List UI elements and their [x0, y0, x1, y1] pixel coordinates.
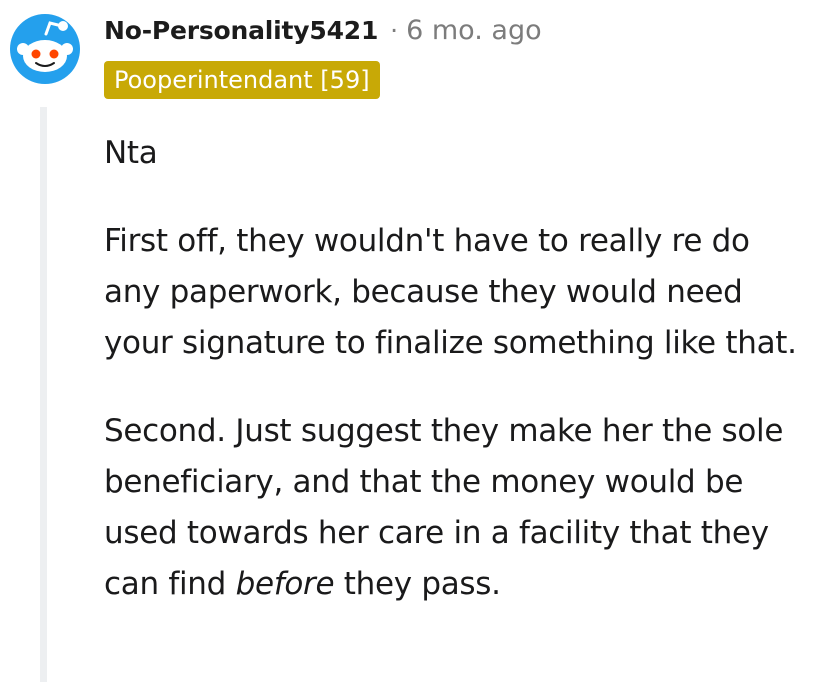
comment-paragraph-1: Nta — [104, 135, 158, 171]
comment-timestamp-link[interactable]: 6 mo. ago — [406, 15, 541, 46]
user-flair-badge: Pooperintendant [59] — [104, 61, 380, 99]
comment-paragraph-2: First off, they wouldn't have to really … — [104, 223, 797, 361]
thread-collapse-line[interactable] — [40, 107, 47, 682]
comment-paragraph-3: Second. Just suggest they make her the s… — [104, 406, 814, 610]
comment-meta: No-Personality5421 · 6 mo. ago — [104, 12, 542, 48]
paragraph-3-emphasis: before — [235, 566, 335, 602]
user-avatar-icon[interactable] — [10, 14, 80, 84]
author-username-link[interactable]: No-Personality5421 — [104, 16, 378, 45]
comment: No-Personality5421 · 6 mo. ago Pooperint… — [0, 0, 824, 682]
meta-separator: · — [390, 15, 399, 45]
comment-body: Nta First off, they wouldn't have to rea… — [104, 128, 814, 647]
paragraph-3-text-after: they pass. — [334, 566, 501, 602]
